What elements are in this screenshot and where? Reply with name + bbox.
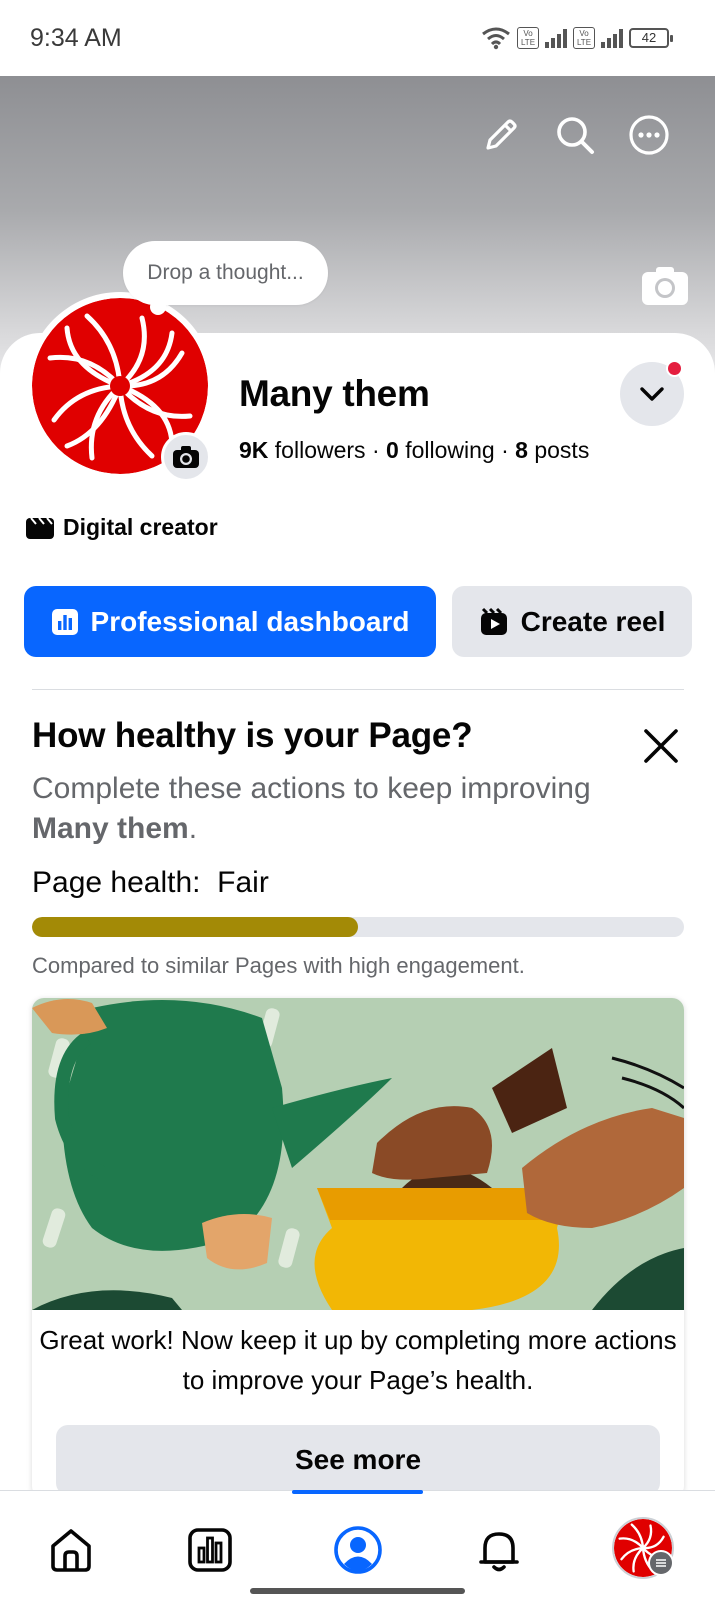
menu-badge-icon <box>648 1550 674 1576</box>
health-progress-track <box>32 917 684 937</box>
home-icon <box>51 1529 91 1572</box>
status-bar: 9:34 AM Vo LTE Vo LTE 42 <box>0 0 715 76</box>
profile-category: Digital creator <box>25 514 218 541</box>
stats-separator: · <box>371 437 380 463</box>
thought-bubble-tail <box>150 299 166 315</box>
followers-count[interactable]: 9K <box>239 437 268 463</box>
battery-icon: 42 <box>629 28 673 48</box>
create-reel-button[interactable]: Create reel <box>452 586 692 657</box>
health-subtitle-page: Many them <box>32 812 189 845</box>
health-card: Great work! Now keep it up by completing… <box>32 998 684 1498</box>
reel-icon <box>480 607 507 635</box>
nav-profile[interactable] <box>328 1520 388 1580</box>
cover-camera-icon[interactable] <box>641 266 689 306</box>
following-label[interactable]: following <box>405 437 495 463</box>
health-progress-fill <box>32 917 358 937</box>
health-title: How healthy is your Page? <box>32 716 473 755</box>
professional-dashboard-label: Professional dashboard <box>90 605 410 637</box>
health-label-text: Page health: <box>32 866 201 899</box>
status-icons: Vo LTE Vo LTE 42 <box>481 26 673 50</box>
notifications-icon <box>479 1532 519 1572</box>
signal-icon-2 <box>601 28 623 48</box>
camera-icon <box>173 446 199 468</box>
profile-icon <box>334 1526 382 1574</box>
health-subtitle-prefix: Complete these actions to keep improving <box>32 772 591 805</box>
profile-stats: 9K followers · 0 following · 8 posts <box>239 437 589 464</box>
status-time: 9:34 AM <box>30 24 122 52</box>
more-icon[interactable] <box>627 113 671 157</box>
stats-separator-2: · <box>501 437 509 463</box>
health-label: Page health: Fair <box>32 866 269 900</box>
avatar-camera-button[interactable] <box>161 432 211 482</box>
pencil-icon[interactable] <box>479 113 523 157</box>
following-count[interactable]: 0 <box>386 437 399 463</box>
health-card-message: Great work! Now keep it up by completing… <box>39 1325 677 1395</box>
profile-name: Many them <box>239 373 430 414</box>
health-subtitle-suffix: . <box>188 812 198 845</box>
posts-count[interactable]: 8 <box>515 437 528 463</box>
see-more-button[interactable]: See more <box>56 1425 660 1495</box>
dashboard-icon <box>51 608 78 635</box>
chevron-down-icon <box>640 387 664 401</box>
thought-bubble[interactable]: Drop a thought... <box>123 241 328 305</box>
nav-home[interactable] <box>41 1520 101 1580</box>
clapperboard-icon <box>26 516 54 539</box>
signal-icon <box>545 28 567 48</box>
top-actions <box>479 113 671 157</box>
dashboard-icon <box>188 1528 232 1572</box>
volte-icon: Vo LTE <box>517 27 539 49</box>
health-note: Compared to similar Pages with high enga… <box>32 953 525 978</box>
active-tab-indicator <box>292 1490 423 1494</box>
create-reel-label: Create reel <box>520 605 666 637</box>
notification-dot <box>666 360 683 377</box>
volte-icon-2: Vo LTE <box>573 27 595 49</box>
professional-dashboard-button[interactable]: Professional dashboard <box>24 586 436 657</box>
category-label: Digital creator <box>63 514 218 540</box>
search-icon[interactable] <box>553 113 597 157</box>
wifi-icon <box>482 27 510 50</box>
divider <box>32 689 684 690</box>
posts-label[interactable]: posts <box>534 437 589 463</box>
gesture-bar <box>250 1588 465 1594</box>
watering-plant-illustration <box>32 998 684 1310</box>
hamburger-icon <box>656 1559 666 1567</box>
health-subtitle: Complete these actions to keep improving… <box>32 769 592 849</box>
health-value: Fair <box>217 866 269 899</box>
nav-dashboard[interactable] <box>180 1520 240 1580</box>
close-icon[interactable] <box>641 726 681 766</box>
followers-label[interactable]: followers <box>275 437 366 463</box>
nav-notifications[interactable] <box>469 1520 529 1580</box>
